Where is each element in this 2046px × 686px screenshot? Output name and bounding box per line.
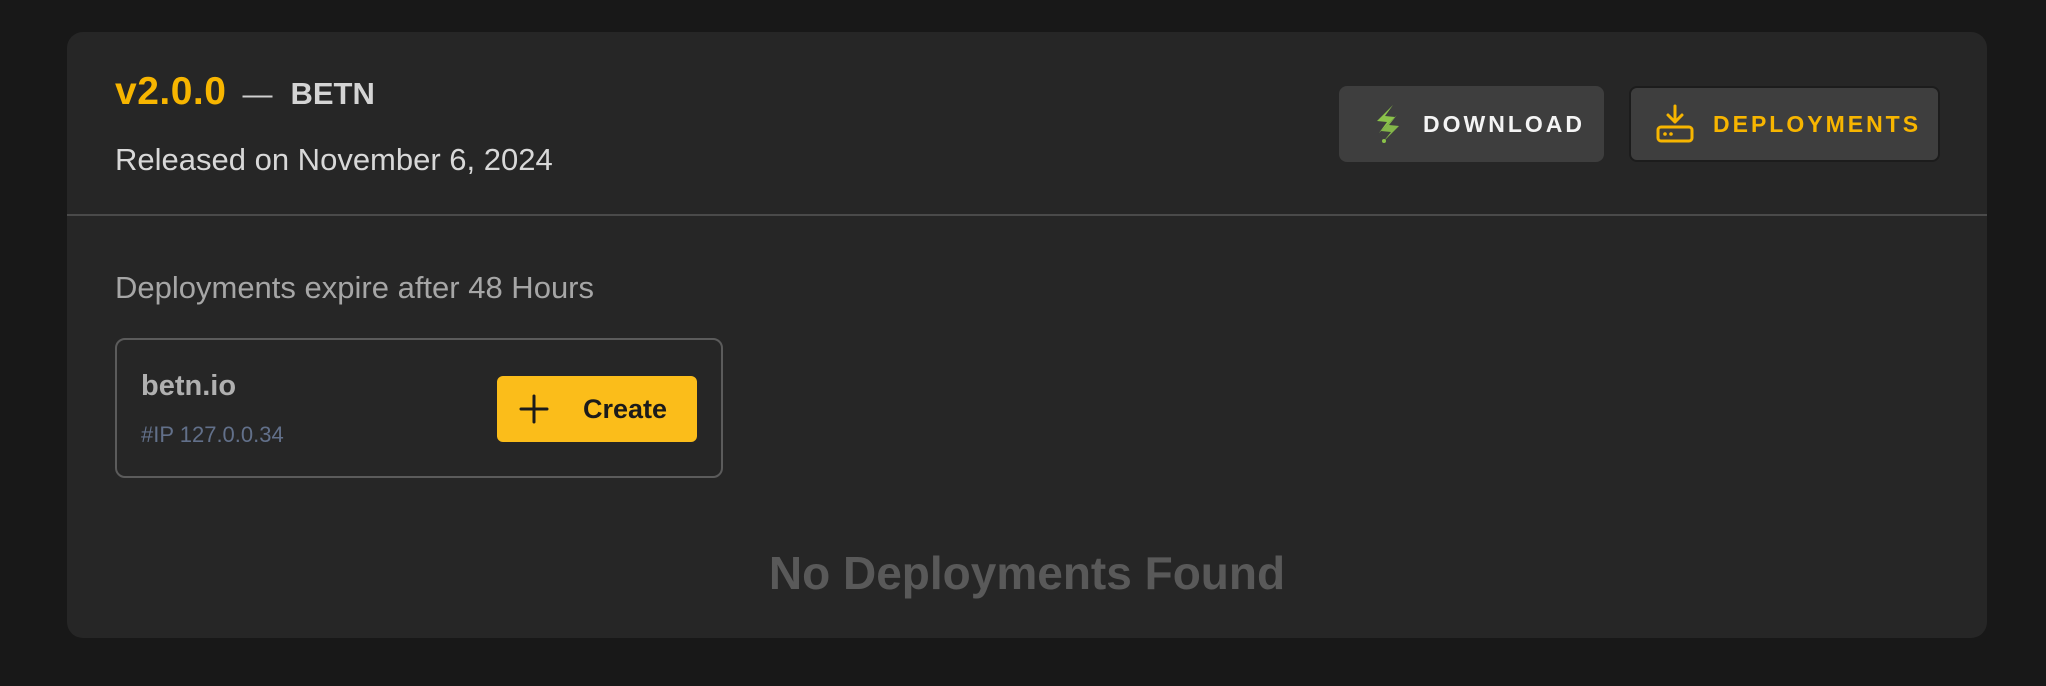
- target-ip: #IP 127.0.0.34: [141, 422, 284, 447]
- download-tray-icon: [1655, 103, 1695, 145]
- empty-state: No Deployments Found: [768, 547, 1286, 599]
- target-domain: betn.io: [141, 370, 237, 402]
- release-version: v2.0.0: [115, 70, 227, 113]
- deployment-target: betn.io #IP 127.0.0.34 Create: [115, 338, 723, 478]
- product-name: BETN: [290, 76, 375, 111]
- title-separator: —: [242, 78, 273, 111]
- deployments-label: DEPLOYMENTS: [1713, 110, 1922, 137]
- lightning-bolt-icon: [1369, 103, 1405, 145]
- download-label: DOWNLOAD: [1423, 110, 1585, 137]
- download-button[interactable]: DOWNLOAD: [1339, 86, 1604, 162]
- expiry-note: Deployments expire after 48 Hours: [115, 270, 595, 305]
- plus-icon: [519, 394, 549, 424]
- deployments-button[interactable]: DEPLOYMENTS: [1629, 86, 1940, 162]
- create-button[interactable]: Create: [497, 376, 697, 442]
- release-header: v2.0.0 — BETN Released on November 6, 20…: [67, 32, 1987, 216]
- release-card: v2.0.0 — BETN Released on November 6, 20…: [67, 32, 1987, 638]
- release-title: v2.0.0 — BETN: [115, 70, 375, 114]
- release-date: Released on November 6, 2024: [115, 142, 553, 177]
- create-label: Create: [583, 393, 668, 424]
